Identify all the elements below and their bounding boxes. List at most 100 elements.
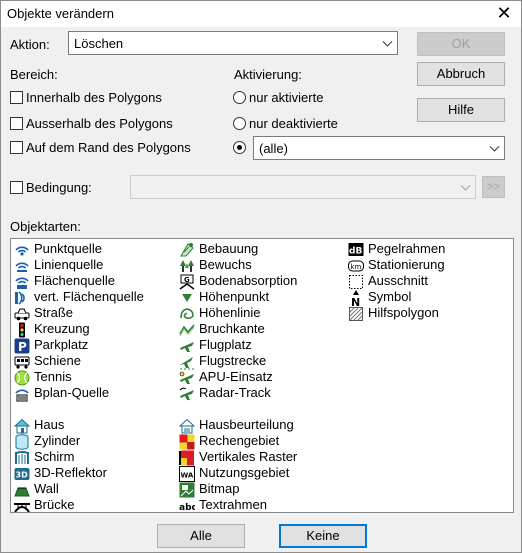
- aux-polygon-icon: [348, 306, 364, 321]
- svg-text:G: G: [184, 276, 190, 284]
- objekte-veraendern-dialog: Objekte verändern ✕ Aktion: Löschen OK A…: [0, 0, 522, 553]
- height-point-icon: [179, 290, 195, 305]
- aktivierung-select[interactable]: (alle): [253, 136, 505, 160]
- objektart-label: Radar-Track: [199, 385, 271, 400]
- objektart-label: Rechengebiet: [199, 433, 280, 448]
- objektart-label: APU-Einsatz: [199, 369, 273, 384]
- objektart-label: Stationierung: [368, 257, 445, 272]
- bplan-icon: [14, 386, 30, 402]
- bereich-option-label: Ausserhalb des Polygons: [26, 116, 173, 131]
- objektart-label: Bruchkante: [199, 321, 265, 336]
- aktion-label: Aktion:: [10, 37, 50, 52]
- aktivierung-value: (alle): [259, 141, 288, 156]
- radio-nur-deaktivierte[interactable]: [233, 117, 246, 130]
- objektart-label: Bitmap: [199, 481, 240, 496]
- objektarten-list[interactable]: Punktquelle Linienquelle Flächenquelle vert…: [10, 238, 514, 513]
- radar-track-icon: [179, 386, 195, 401]
- flight-route-icon: [179, 354, 195, 370]
- objektart-label: Pegelrahmen: [368, 241, 446, 256]
- objektart-label: Textrahmen: [199, 497, 267, 512]
- objektart-label: Bodenabsorption: [199, 273, 298, 288]
- punktquelle-icon: [14, 242, 30, 257]
- usage-area-icon: WA: [179, 466, 195, 482]
- objektart-label: 3D-Reflektor: [34, 465, 107, 480]
- close-icon[interactable]: ✕: [495, 3, 513, 23]
- parking-icon: P: [14, 338, 30, 354]
- window-title: Objekte verändern: [7, 6, 114, 21]
- objektart-label: Wall: [34, 481, 59, 496]
- radio-alle[interactable]: [233, 141, 246, 154]
- bedingung-select[interactable]: [130, 175, 476, 199]
- radio-nur-aktivierte[interactable]: [233, 91, 246, 104]
- house-assessment-icon: [179, 418, 195, 434]
- objektart-label: Hausbeurteilung: [199, 417, 294, 432]
- tennis-ball-icon: [14, 370, 30, 386]
- aktion-select[interactable]: Löschen: [68, 31, 398, 55]
- bedingung-more-button[interactable]: >>: [482, 176, 505, 198]
- wall-icon: [14, 482, 30, 497]
- 3d-reflector-icon: 3D: [14, 466, 30, 481]
- objektart-label: Flugplatz: [199, 337, 252, 352]
- bereich-checkbox-innerhalb[interactable]: [10, 91, 23, 104]
- objektart-label: Linienquelle: [34, 257, 104, 272]
- stationing-icon: km: [348, 258, 364, 273]
- objektart-label: Symbol: [368, 289, 412, 304]
- objektart-label: Brücke: [34, 497, 75, 512]
- apu-icon: [179, 370, 195, 385]
- svg-text:dB: dB: [349, 247, 362, 257]
- cutout-icon: [348, 274, 364, 289]
- bereich-checkbox-ausserhalb[interactable]: [10, 117, 23, 130]
- alle-button[interactable]: Alle: [157, 524, 245, 548]
- level-frame-icon: dB: [348, 242, 364, 257]
- bridge-icon: [14, 498, 30, 512]
- bereich-option-label: Auf dem Rand des Polygons: [26, 140, 191, 155]
- cylinder-icon: [14, 434, 30, 450]
- objektart-label: Hilfspolygon: [368, 305, 439, 320]
- ok-button[interactable]: OK: [417, 32, 505, 56]
- train-icon: [14, 354, 30, 369]
- bebauung-icon: [179, 242, 195, 257]
- car-icon: [14, 306, 30, 321]
- vertical-grid-icon: [179, 450, 195, 466]
- objektart-label: Schiene: [34, 353, 81, 368]
- objektart-label: Schirm: [34, 449, 75, 464]
- chevron-down-icon: [489, 141, 500, 152]
- bereich-checkbox-rand[interactable]: [10, 141, 23, 154]
- vert-flaechenquelle-icon: [14, 290, 30, 305]
- objektart-label: Bplan-Quelle: [34, 385, 110, 400]
- svg-text:3D: 3D: [16, 471, 29, 480]
- contour-line-icon: [179, 306, 195, 321]
- text-frame-icon: abc: [179, 498, 195, 513]
- bereich-label: Bereich:: [10, 67, 58, 82]
- objektart-label: Flugstrecke: [199, 353, 267, 368]
- objektarten-label: Objektarten:: [10, 219, 81, 234]
- objektart-label: Punktquelle: [34, 241, 102, 256]
- calc-area-icon: [179, 434, 195, 450]
- objektart-label: Bebauung: [199, 241, 259, 256]
- svg-text:abc: abc: [179, 503, 195, 513]
- objektart-label: Parkplatz: [34, 337, 89, 352]
- objektart-label: Höhenlinie: [199, 305, 261, 320]
- house-icon: [14, 418, 30, 434]
- abbruch-button[interactable]: Abbruch: [417, 62, 505, 86]
- aktivierung-option-label: nur aktivierte: [249, 90, 324, 105]
- chevron-down-icon: [382, 36, 393, 47]
- objektart-label: Höhenpunkt: [199, 289, 270, 304]
- objektart-label: Tennis: [34, 369, 72, 384]
- keine-button[interactable]: Keine: [279, 524, 367, 548]
- flaechenquelle-icon: [14, 274, 30, 289]
- north-symbol-icon: N: [348, 290, 364, 306]
- objektart-label: Zylinder: [34, 433, 81, 448]
- hilfe-button[interactable]: Hilfe: [417, 98, 505, 122]
- title-bar: Objekte verändern ✕: [1, 1, 521, 27]
- traffic-light-icon: [14, 322, 30, 338]
- airfield-icon: [179, 338, 195, 353]
- ground-absorption-icon: G: [179, 274, 195, 290]
- chevron-down-icon: [460, 180, 471, 191]
- bitmap-icon: [179, 482, 195, 498]
- objektart-label: Kreuzung: [34, 321, 90, 336]
- break-line-icon: [179, 322, 195, 337]
- screen-icon: [14, 450, 30, 465]
- aktivierung-label: Aktivierung:: [234, 67, 302, 82]
- bedingung-checkbox[interactable]: [10, 181, 23, 194]
